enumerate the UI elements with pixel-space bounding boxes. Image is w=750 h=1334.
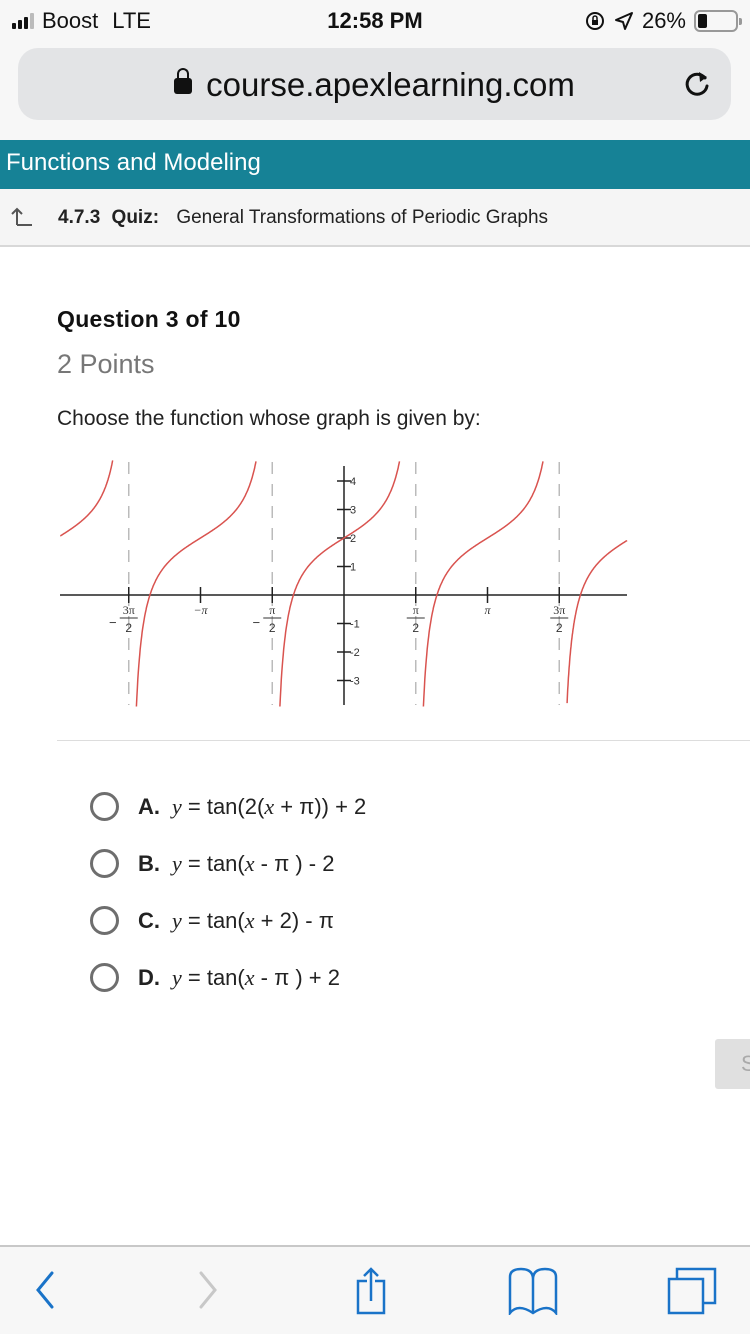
tangent-curve-branch <box>135 461 257 707</box>
x-tick-label-denominator: 2 <box>556 621 563 635</box>
battery-percent: 26% <box>641 8 686 33</box>
up-arrow-icon[interactable] <box>8 205 36 229</box>
question-points: 2 Points <box>57 349 155 379</box>
tangent-curve-branch <box>566 539 628 704</box>
x-tick-label-sign: − <box>109 615 117 630</box>
lesson-type: Quiz: <box>111 207 160 228</box>
orientation-lock-icon <box>585 12 604 30</box>
x-tick-label: π <box>484 603 491 617</box>
reload-icon[interactable] <box>681 68 713 100</box>
back-icon[interactable] <box>18 1265 68 1315</box>
x-tick-label-denominator: 2 <box>269 621 276 635</box>
divider <box>57 740 750 741</box>
tangent-curve-branch <box>60 460 114 537</box>
option-b[interactable]: B. y = tan(x - π ) - 2 <box>90 835 366 892</box>
option-a[interactable]: A. y = tan(2(x + π)) + 2 <box>90 778 366 835</box>
y-tick-label: -1 <box>350 619 360 631</box>
radio-button[interactable] <box>90 792 119 821</box>
option-d[interactable]: D. y = tan(x - π ) + 2 <box>90 949 366 1006</box>
breadcrumb: 4.7.3 Quiz: General Transformations of P… <box>0 189 750 247</box>
address-bar[interactable]: course.apexlearning.com <box>18 48 731 120</box>
lock-icon <box>174 68 193 94</box>
y-tick-label: 4 <box>350 476 356 488</box>
lesson-number: 4.7.3 <box>58 207 101 228</box>
answer-options: A. y = tan(2(x + π)) + 2 B. y = tan(x - … <box>90 778 366 1006</box>
y-tick-label: 3 <box>350 505 356 517</box>
battery-icon <box>694 10 742 32</box>
x-tick-label-numerator: 3π <box>553 603 565 617</box>
y-tick-label: 2 <box>350 533 356 545</box>
option-text: y = tan(x - π ) + 2 <box>172 964 340 990</box>
course-title-bar: l Functions and Modeling <box>0 140 750 189</box>
status-bar: Boost LTE 12:58 PM 26% <box>0 0 750 40</box>
radio-button[interactable] <box>90 849 119 878</box>
url-text: course.apexlearning.com <box>206 66 575 103</box>
x-tick-label-denominator: 2 <box>125 621 132 635</box>
option-text: y = tan(x - π ) - 2 <box>172 850 335 876</box>
location-icon <box>614 12 633 30</box>
option-text: y = tan(2(x + π)) + 2 <box>172 793 367 819</box>
lesson-title: General Transformations of Periodic Grap… <box>176 207 549 228</box>
forward-icon[interactable] <box>185 1265 235 1315</box>
bookmarks-icon[interactable] <box>508 1265 558 1315</box>
y-tick-label: -2 <box>350 647 360 659</box>
tangent-graph: 3π2−−π π2−π2π 3π24321-1-2-3 <box>60 460 628 707</box>
question-prompt: Choose the function whose graph is given… <box>57 407 481 430</box>
option-letter: D. <box>138 964 160 990</box>
browser-chrome: course.apexlearning.com <box>0 40 750 140</box>
x-tick-label-numerator: π <box>269 603 275 617</box>
option-letter: B. <box>138 850 160 876</box>
course-title: l Functions and Modeling <box>0 149 261 176</box>
submit-button[interactable]: S <box>715 1039 750 1089</box>
x-tick-label-sign: − <box>252 615 260 630</box>
option-c[interactable]: C. y = tan(x + 2) - π <box>90 892 366 949</box>
x-tick-label-numerator: 3π <box>123 603 135 617</box>
option-letter: C. <box>138 907 160 933</box>
radio-button[interactable] <box>90 963 119 992</box>
radio-button[interactable] <box>90 906 119 935</box>
y-tick-label: -3 <box>350 676 360 688</box>
x-tick-label-numerator: π <box>413 603 419 617</box>
share-icon[interactable] <box>348 1265 398 1315</box>
tangent-curve-branch <box>422 461 544 707</box>
question-heading: Question 3 of 10 <box>57 306 241 332</box>
tabs-icon[interactable] <box>667 1265 717 1315</box>
browser-toolbar <box>0 1245 750 1334</box>
x-tick-label-denominator: 2 <box>412 621 419 635</box>
option-letter: A. <box>138 793 160 819</box>
x-tick-label: −π <box>193 603 208 617</box>
option-text: y = tan(x + 2) - π <box>172 907 334 933</box>
tangent-curve-branch <box>279 461 401 707</box>
y-tick-label: 1 <box>350 562 356 574</box>
